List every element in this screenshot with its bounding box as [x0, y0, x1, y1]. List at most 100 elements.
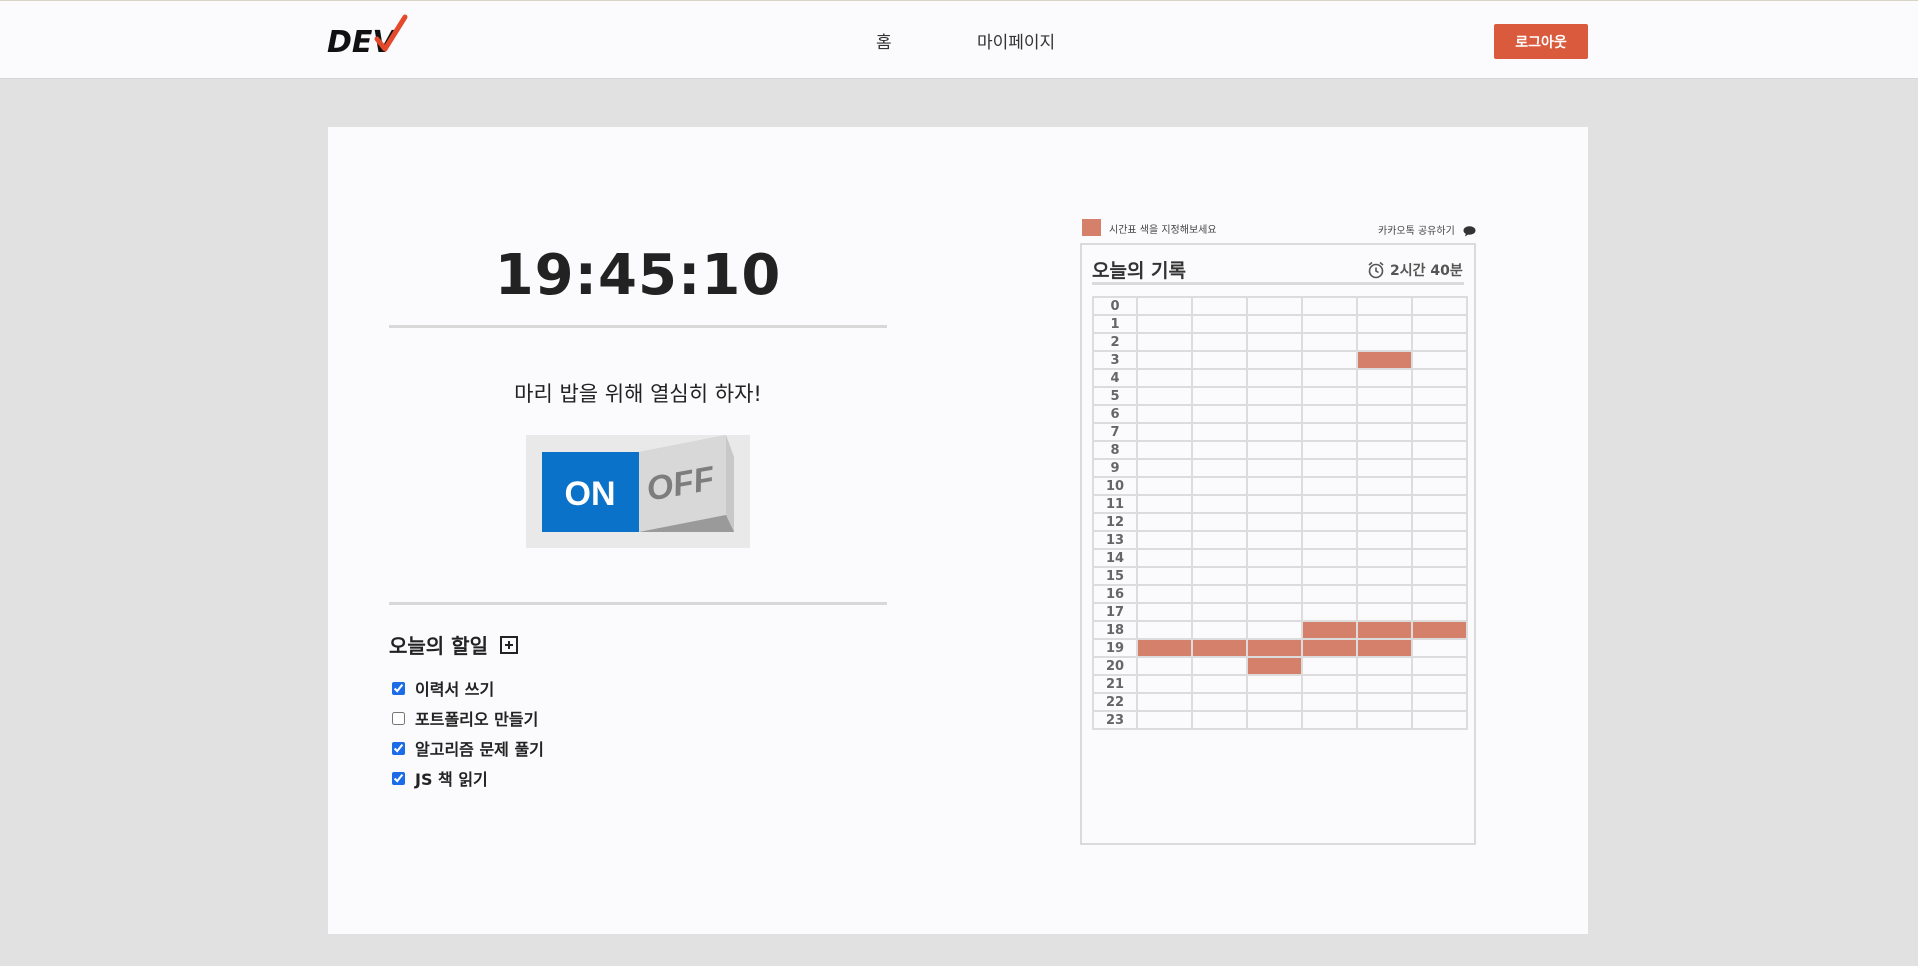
time-slot[interactable] — [1301, 458, 1358, 478]
time-slot[interactable] — [1301, 476, 1358, 496]
time-slot[interactable] — [1356, 602, 1413, 622]
time-slot[interactable] — [1136, 548, 1193, 568]
time-slot[interactable] — [1356, 440, 1413, 460]
time-slot[interactable] — [1356, 656, 1413, 676]
time-slot[interactable] — [1301, 674, 1358, 694]
time-slot[interactable] — [1191, 674, 1248, 694]
time-slot[interactable] — [1411, 332, 1468, 352]
time-slot[interactable] — [1136, 512, 1193, 532]
nav-home-link[interactable]: 홈 — [876, 28, 892, 53]
time-slot-filled[interactable] — [1411, 620, 1468, 640]
time-slot[interactable] — [1191, 566, 1248, 586]
time-slot[interactable] — [1136, 422, 1193, 442]
time-slot[interactable] — [1246, 584, 1303, 604]
time-slot[interactable] — [1356, 584, 1413, 604]
time-slot[interactable] — [1411, 656, 1468, 676]
time-slot[interactable] — [1301, 548, 1358, 568]
time-slot-filled[interactable] — [1191, 638, 1248, 658]
time-slot[interactable] — [1136, 476, 1193, 496]
time-slot[interactable] — [1246, 530, 1303, 550]
time-slot[interactable] — [1411, 350, 1468, 370]
time-slot[interactable] — [1191, 656, 1248, 676]
time-slot[interactable] — [1301, 584, 1358, 604]
time-slot[interactable] — [1191, 404, 1248, 424]
time-slot[interactable] — [1246, 368, 1303, 388]
time-slot[interactable] — [1136, 494, 1193, 514]
time-slot[interactable] — [1301, 332, 1358, 352]
time-slot[interactable] — [1246, 620, 1303, 640]
time-slot[interactable] — [1246, 692, 1303, 712]
time-slot[interactable] — [1246, 386, 1303, 406]
time-slot[interactable] — [1246, 422, 1303, 442]
time-slot[interactable] — [1411, 458, 1468, 478]
time-slot[interactable] — [1191, 692, 1248, 712]
time-slot[interactable] — [1411, 602, 1468, 622]
time-slot[interactable] — [1136, 332, 1193, 352]
time-slot[interactable] — [1356, 512, 1413, 532]
time-slot[interactable] — [1356, 530, 1413, 550]
time-slot[interactable] — [1191, 386, 1248, 406]
time-slot[interactable] — [1356, 548, 1413, 568]
time-slot[interactable] — [1136, 530, 1193, 550]
time-slot[interactable] — [1301, 314, 1358, 334]
time-slot[interactable] — [1411, 584, 1468, 604]
time-slot[interactable] — [1301, 404, 1358, 424]
time-slot[interactable] — [1191, 494, 1248, 514]
time-slot[interactable] — [1191, 476, 1248, 496]
time-slot[interactable] — [1411, 674, 1468, 694]
time-slot-filled[interactable] — [1246, 638, 1303, 658]
time-slot[interactable] — [1246, 296, 1303, 316]
time-slot[interactable] — [1191, 368, 1248, 388]
time-slot[interactable] — [1136, 602, 1193, 622]
time-slot[interactable] — [1136, 314, 1193, 334]
time-slot[interactable] — [1136, 296, 1193, 316]
time-slot[interactable] — [1356, 368, 1413, 388]
time-slot[interactable] — [1301, 566, 1358, 586]
time-slot[interactable] — [1191, 512, 1248, 532]
kakao-share-link[interactable]: 카카오톡 공유하기 — [1378, 222, 1455, 237]
time-slot[interactable] — [1356, 710, 1413, 730]
time-slot[interactable] — [1136, 620, 1193, 640]
time-slot[interactable] — [1301, 296, 1358, 316]
time-slot[interactable] — [1136, 566, 1193, 586]
time-slot[interactable] — [1136, 692, 1193, 712]
time-slot[interactable] — [1411, 566, 1468, 586]
time-slot-filled[interactable] — [1356, 638, 1413, 658]
color-swatch-button[interactable] — [1082, 219, 1101, 236]
logout-button[interactable]: 로그아웃 — [1494, 24, 1588, 59]
time-slot[interactable] — [1411, 422, 1468, 442]
time-slot[interactable] — [1136, 674, 1193, 694]
time-slot[interactable] — [1356, 476, 1413, 496]
time-slot[interactable] — [1301, 368, 1358, 388]
time-slot[interactable] — [1301, 494, 1358, 514]
time-slot[interactable] — [1246, 314, 1303, 334]
todo-checkbox[interactable] — [392, 771, 405, 785]
time-slot-filled[interactable] — [1301, 638, 1358, 658]
time-slot[interactable] — [1136, 404, 1193, 424]
time-slot[interactable] — [1246, 494, 1303, 514]
time-slot[interactable] — [1246, 440, 1303, 460]
time-slot[interactable] — [1301, 422, 1358, 442]
time-slot[interactable] — [1356, 692, 1413, 712]
time-slot[interactable] — [1136, 368, 1193, 388]
time-slot[interactable] — [1191, 458, 1248, 478]
time-slot[interactable] — [1411, 548, 1468, 568]
time-slot[interactable] — [1191, 296, 1248, 316]
time-slot-filled[interactable] — [1136, 638, 1193, 658]
time-slot[interactable] — [1301, 692, 1358, 712]
time-slot[interactable] — [1191, 332, 1248, 352]
time-slot[interactable] — [1411, 296, 1468, 316]
time-slot[interactable] — [1246, 674, 1303, 694]
time-slot[interactable] — [1356, 386, 1413, 406]
nav-mypage-link[interactable]: 마이페이지 — [977, 28, 1055, 53]
time-slot[interactable] — [1191, 350, 1248, 370]
time-slot[interactable] — [1136, 440, 1193, 460]
time-slot[interactable] — [1301, 440, 1358, 460]
dev-logo[interactable]: DEV — [325, 13, 409, 60]
time-slot[interactable] — [1246, 512, 1303, 532]
time-slot[interactable] — [1411, 530, 1468, 550]
todo-checkbox[interactable] — [392, 681, 405, 695]
time-slot[interactable] — [1136, 350, 1193, 370]
time-slot[interactable] — [1356, 566, 1413, 586]
time-slot[interactable] — [1411, 440, 1468, 460]
